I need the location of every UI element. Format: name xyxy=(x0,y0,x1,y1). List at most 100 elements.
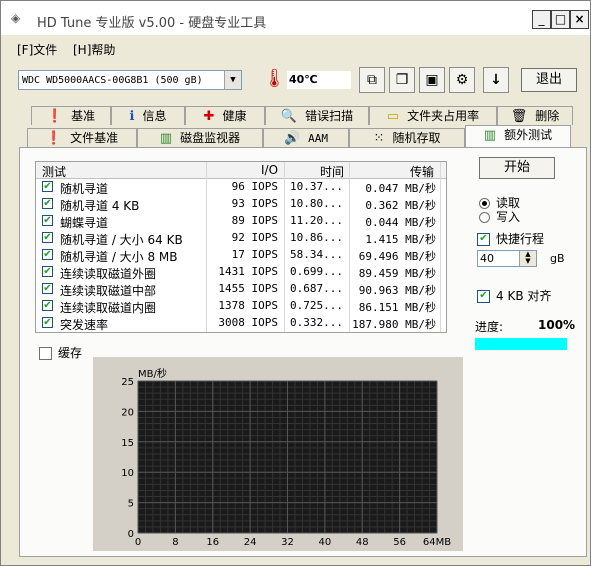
tab-health[interactable]: ✚ 健康 xyxy=(185,106,265,125)
row-checkbox[interactable]: ✔ xyxy=(42,300,53,311)
table-row[interactable]: ✔ 连续读取磁道外圈 1431 IOPS 0.699... 89.459 MB/秒 xyxy=(36,264,446,281)
file-icon: ❗ xyxy=(45,131,63,146)
y-tick-label: 20 xyxy=(121,407,134,418)
copy-screenshot-button[interactable]: ❐ xyxy=(389,67,415,93)
x-tick-label: 24 xyxy=(244,537,257,548)
results-table: 测试 I/O 时间 传输 ✔ 随机寻道 96 IOPS 10.37... 0.047 M… xyxy=(35,161,447,333)
temperature-readout: 40℃ xyxy=(287,71,351,89)
transfer-value: 0.362 MB/秒 xyxy=(365,199,436,212)
table-row[interactable]: ✔ 随机寻道 96 IOPS 10.37... 0.047 MB/秒 xyxy=(36,179,446,196)
speaker-icon: 🔊 xyxy=(283,131,301,146)
menu-help[interactable]: [H]帮助 xyxy=(73,41,115,58)
x-tick-label: 40 xyxy=(319,537,332,548)
save-button[interactable]: ▣ xyxy=(419,67,445,93)
row-checkbox[interactable]: ✔ xyxy=(42,181,53,192)
row-checkbox[interactable]: ✔ xyxy=(42,266,53,277)
menu-file[interactable]: [F]文件 xyxy=(17,41,57,58)
tab-disk-monitor[interactable]: ▥ 磁盘监视器 xyxy=(137,128,263,147)
row-checkbox[interactable]: ✔ xyxy=(42,249,53,260)
tab-random-access[interactable]: ⁙ 随机存取 xyxy=(349,128,465,147)
col-test[interactable]: 测试 xyxy=(42,163,66,180)
arrow-down-icon: ↓ xyxy=(490,72,502,88)
trash-icon: 🗑 xyxy=(510,109,528,124)
start-button[interactable]: 开始 xyxy=(479,157,555,179)
col-transfer[interactable]: 传输 xyxy=(410,163,434,180)
row-checkbox[interactable]: ✔ xyxy=(42,283,53,294)
table-row[interactable]: ✔ 随机寻道 / 大小 8 MB 17 IOPS 58.34... 69.496 MB/… xyxy=(36,247,446,264)
time-value: 0.699... xyxy=(290,265,343,278)
menu-bar: [F]文件 [H]帮助 xyxy=(1,37,590,59)
short-stroke-checkbox[interactable]: ✔ xyxy=(477,233,490,246)
drive-dropdown[interactable]: WDC WD5000AACS-00G8B1 (500 gB) ▼ xyxy=(18,70,242,90)
cache-checkbox[interactable] xyxy=(39,347,52,360)
table-row[interactable]: ✔ 连续读取磁道内圈 1378 IOPS 0.725... 86.151 MB/秒 xyxy=(36,298,446,315)
transfer-value: 90.963 MB/秒 xyxy=(358,284,436,297)
options-icon: ⚙ xyxy=(455,72,469,88)
tab-erase[interactable]: 🗑 删除 xyxy=(497,106,573,125)
x-tick-label: 64MB xyxy=(423,537,451,548)
copy-image-icon: ❐ xyxy=(395,72,409,88)
align-4kb-option[interactable]: ✔ 4 KB 对齐 xyxy=(477,287,551,304)
chevron-down-icon[interactable]: ▼ xyxy=(224,71,241,89)
transfer-value: 69.496 MB/秒 xyxy=(358,250,436,263)
col-io[interactable]: I/O xyxy=(261,163,278,177)
tab-error-scan[interactable]: 🔍 错误扫描 xyxy=(265,106,369,125)
maximize-button[interactable]: □ xyxy=(551,10,570,29)
options-button[interactable]: ⚙ xyxy=(449,67,475,93)
short-stroke-stepper[interactable]: 40 ▲ ▼ xyxy=(477,250,537,267)
test-name: 随机寻道 / 大小 8 MB xyxy=(60,250,178,264)
progress-label: 进度: xyxy=(475,320,504,334)
stepper-arrows-icon[interactable]: ▲ ▼ xyxy=(519,251,536,266)
minimize-button[interactable]: _ xyxy=(532,10,551,29)
next-drive-button[interactable]: ↓ xyxy=(483,67,509,93)
transfer-value: 0.044 MB/秒 xyxy=(365,216,436,229)
progress-value: 100% xyxy=(538,318,576,332)
row-checkbox[interactable]: ✔ xyxy=(42,232,53,243)
transfer-value: 86.151 MB/秒 xyxy=(358,301,436,314)
y-tick-label: 0 xyxy=(128,529,134,540)
test-name: 连续读取磁道中部 xyxy=(60,284,157,298)
tab-info[interactable]: ℹ 信息 xyxy=(111,106,185,125)
table-row[interactable]: ✔ 蝴蝶寻道 89 IOPS 11.20... 0.044 MB/秒 xyxy=(36,213,446,230)
row-checkbox[interactable]: ✔ xyxy=(42,317,53,328)
align-4kb-checkbox[interactable]: ✔ xyxy=(477,290,490,303)
tab-extra-tests[interactable]: ▥ 额外测试 xyxy=(465,125,571,147)
exit-button[interactable]: 退出 xyxy=(521,68,577,92)
short-stroke-option[interactable]: ✔ 快捷行程 xyxy=(477,230,544,247)
cache-option[interactable]: 缓存 xyxy=(39,344,82,361)
tab-folder-usage[interactable]: ▭ 文件夹占用率 xyxy=(369,106,497,125)
x-tick-label: 48 xyxy=(356,537,369,548)
table-row[interactable]: ✔ 随机寻道 / 大小 64 KB 92 IOPS 10.86... 1.415 MB/… xyxy=(36,230,446,247)
tab-file-benchmark[interactable]: ❗ 文件基准 xyxy=(27,128,137,147)
test-name: 随机寻道 xyxy=(60,182,109,196)
transfer-chart: 0 5 10 15 20 25 0 8 16 24 32 40 48 56 64MB MB/秒 xyxy=(93,357,463,551)
copy-icon: ⧉ xyxy=(367,72,377,88)
test-name: 突发速率 xyxy=(60,318,109,332)
x-tick-label: 0 xyxy=(135,537,141,548)
info-icon: ℹ xyxy=(129,109,135,124)
close-button[interactable]: × xyxy=(570,10,589,29)
table-row[interactable]: ✔ 突发速率 3008 IOPS 0.332... 187.980 MB/秒 xyxy=(36,315,446,332)
write-option[interactable]: 写入 xyxy=(479,208,520,225)
time-value: 10.86... xyxy=(290,231,343,244)
y-tick-label: 25 xyxy=(121,377,134,388)
table-row[interactable]: ✔ 随机寻道 4 KB 93 IOPS 10.80... 0.362 MB/秒 xyxy=(36,196,446,213)
time-value: 10.37... xyxy=(290,180,343,193)
test-name: 随机寻道 4 KB xyxy=(60,199,140,213)
io-value: 93 IOPS xyxy=(231,197,278,210)
copy-info-button[interactable]: ⧉ xyxy=(359,67,385,93)
time-value: 11.20... xyxy=(290,214,343,227)
app-window: ◈ HD Tune 专业版 v5.00 - 硬盘专业工具 _ □ × [F]文件… xyxy=(0,0,591,566)
random-icon: ⁙ xyxy=(373,131,385,146)
write-radio[interactable] xyxy=(479,212,490,223)
tab-aam[interactable]: 🔊 AAM xyxy=(263,128,349,147)
transfer-value: 1.415 MB/秒 xyxy=(365,233,436,246)
table-row[interactable]: ✔ 连续读取磁道中部 1455 IOPS 0.687... 90.963 MB/秒 xyxy=(36,281,446,298)
col-time[interactable]: 时间 xyxy=(320,163,344,180)
tab-benchmark[interactable]: ❗ 基准 xyxy=(31,106,111,125)
io-value: 1455 IOPS xyxy=(218,282,278,295)
row-checkbox[interactable]: ✔ xyxy=(42,215,53,226)
row-checkbox[interactable]: ✔ xyxy=(42,198,53,209)
magnifier-icon: 🔍 xyxy=(280,109,298,124)
time-value: 0.725... xyxy=(290,299,343,312)
